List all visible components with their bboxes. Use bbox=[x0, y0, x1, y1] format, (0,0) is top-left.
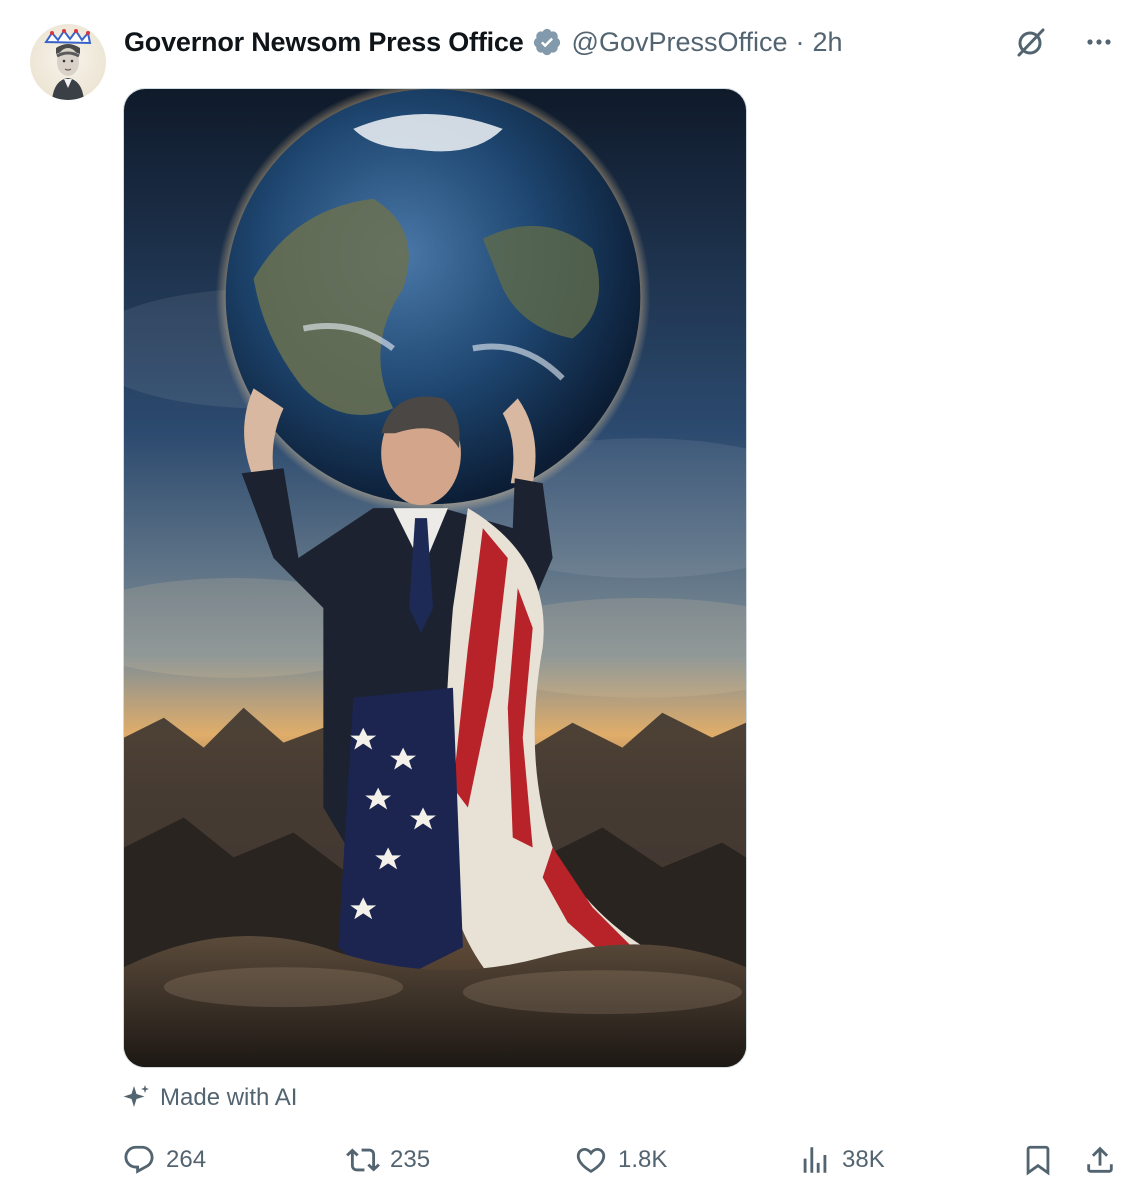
post-image[interactable] bbox=[123, 88, 747, 1068]
like-button[interactable]: 1.8K bbox=[574, 1138, 667, 1182]
views-icon bbox=[798, 1143, 832, 1177]
ai-label-text: Made with AI bbox=[160, 1084, 298, 1111]
reply-icon bbox=[122, 1143, 156, 1177]
views-button[interactable]: 38K bbox=[798, 1138, 885, 1182]
verified-badge-icon[interactable] bbox=[532, 27, 562, 57]
author-avatar[interactable] bbox=[30, 24, 106, 100]
like-count: 1.8K bbox=[618, 1146, 668, 1173]
post-secondary-actions bbox=[1021, 1138, 1117, 1182]
post-action-bar: 264 235 1.8K 38K bbox=[122, 1138, 1117, 1182]
author-display-name[interactable]: Governor Newsom Press Office bbox=[124, 27, 524, 58]
bookmark-icon[interactable] bbox=[1021, 1143, 1055, 1177]
views-count: 38K bbox=[842, 1146, 885, 1173]
header-separator: · bbox=[795, 26, 805, 57]
repost-icon bbox=[346, 1143, 380, 1177]
author-handle[interactable]: @GovPressOffice bbox=[572, 27, 788, 58]
grok-icon[interactable] bbox=[1013, 24, 1049, 60]
atlas-illustration bbox=[124, 89, 746, 1067]
reply-button[interactable]: 264 bbox=[122, 1138, 206, 1182]
repost-button[interactable]: 235 bbox=[346, 1138, 430, 1182]
post-timestamp[interactable]: 2h bbox=[813, 27, 843, 58]
more-options-icon[interactable] bbox=[1081, 24, 1117, 60]
repost-count: 235 bbox=[390, 1146, 431, 1173]
avatar-portrait bbox=[44, 29, 92, 100]
share-icon[interactable] bbox=[1083, 1143, 1117, 1177]
like-icon bbox=[574, 1143, 608, 1177]
ai-sparkle-icon bbox=[122, 1083, 152, 1113]
ai-disclosure-label[interactable]: Made with AI bbox=[122, 1083, 297, 1113]
post-header: Governor Newsom Press Office @GovPressOf… bbox=[124, 22, 843, 62]
reply-count: 264 bbox=[166, 1146, 207, 1173]
post-top-actions bbox=[1013, 24, 1117, 60]
